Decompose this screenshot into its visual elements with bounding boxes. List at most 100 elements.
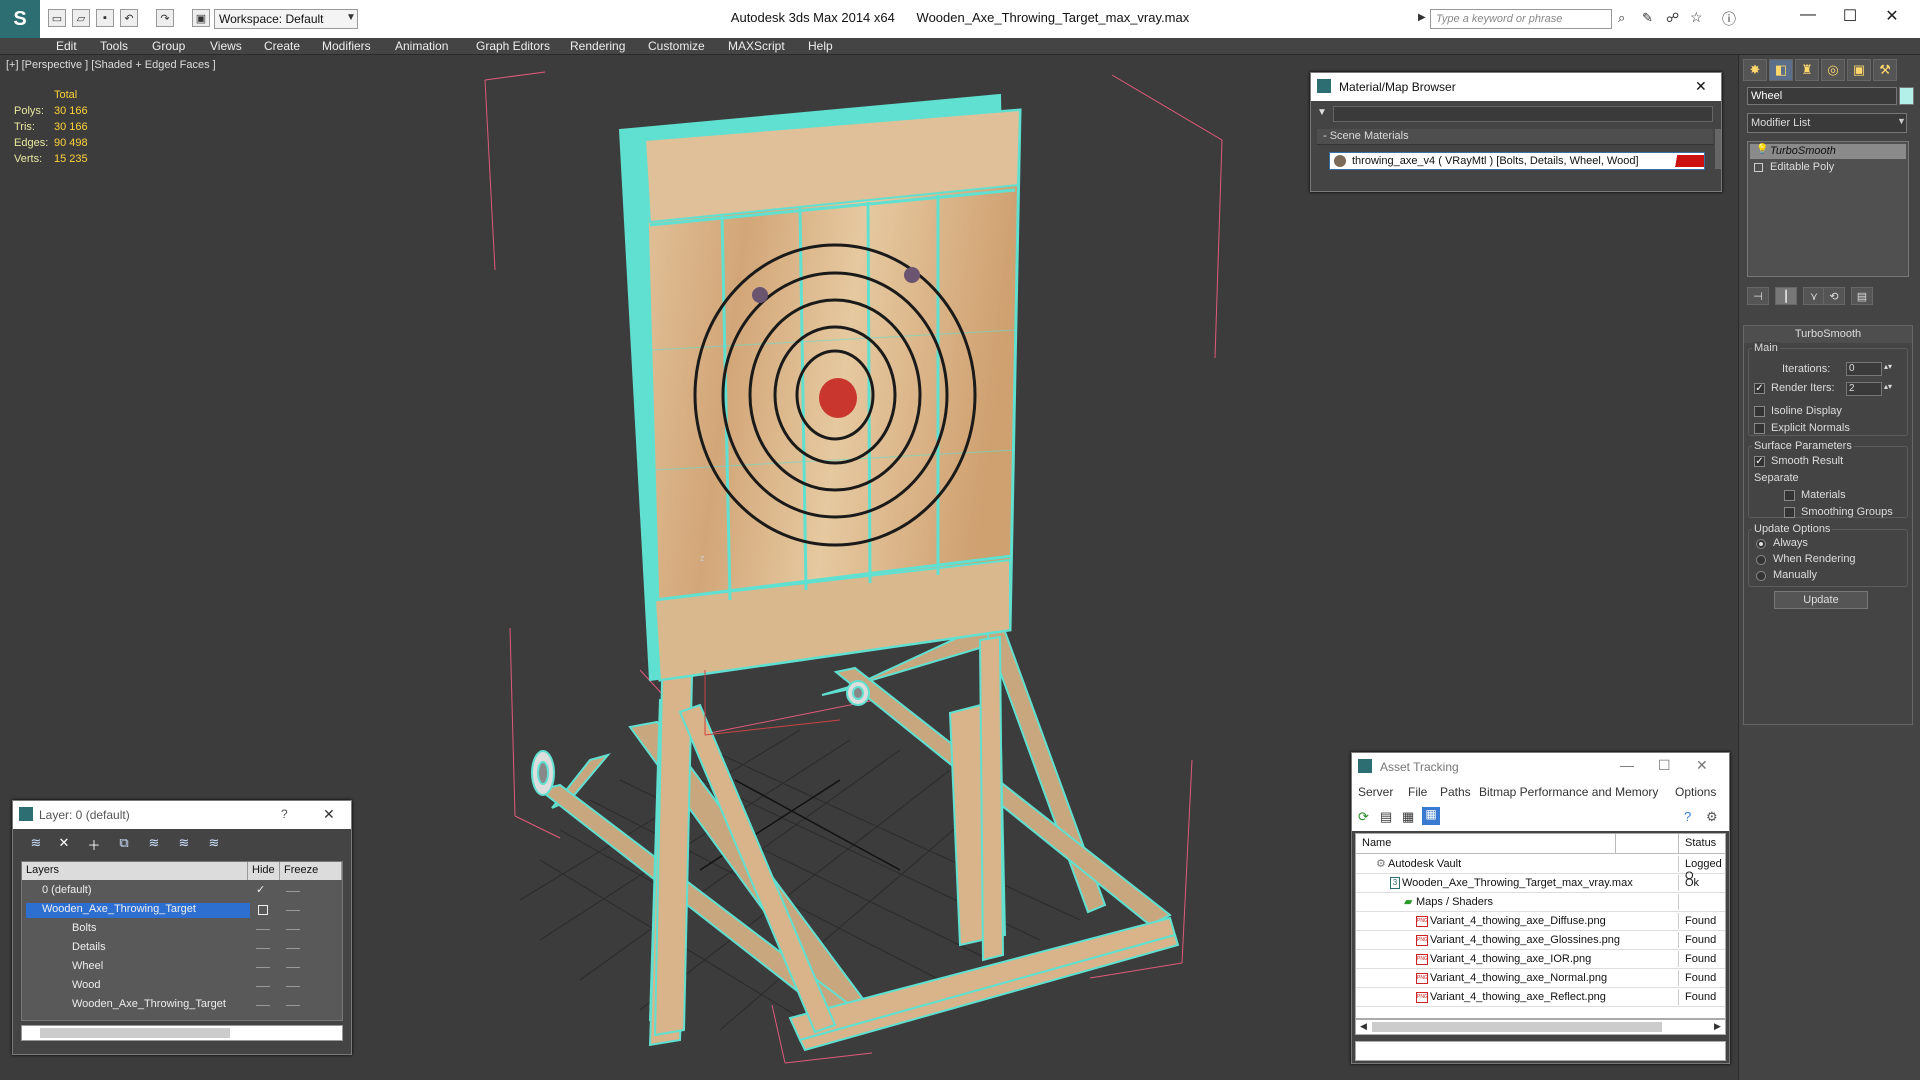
- minimize-icon[interactable]: —: [1620, 757, 1634, 773]
- layer-row[interactable]: Wooden_Axe_Throwing_Target: [22, 901, 342, 920]
- collapse-search-icon[interactable]: ▶: [1418, 12, 1426, 23]
- menu-help[interactable]: Help: [808, 39, 833, 53]
- render-iters-spinner[interactable]: 2: [1846, 382, 1882, 396]
- make-unique-icon[interactable]: ⋎: [1803, 287, 1825, 305]
- binoculars-icon[interactable]: ⌕: [1618, 10, 1625, 26]
- layer-row[interactable]: 0 (default) ✓: [22, 882, 342, 901]
- show-end-result-icon[interactable]: ┃: [1775, 287, 1797, 305]
- asset-row[interactable]: 3 Wooden_Axe_Throwing_Target_max_vray.ma…: [1356, 874, 1725, 893]
- browser-search-input[interactable]: [1333, 106, 1713, 122]
- layer-row[interactable]: Wheel: [22, 958, 342, 977]
- thumbnail-view-icon[interactable]: ▦: [1402, 809, 1414, 825]
- menu-modifiers[interactable]: Modifiers: [322, 39, 371, 53]
- horizontal-scrollbar[interactable]: ◀ ▶: [1355, 1019, 1726, 1035]
- menu-create[interactable]: Create: [264, 39, 300, 53]
- layer-row[interactable]: Wood: [22, 977, 342, 996]
- horizontal-scrollbar[interactable]: [21, 1025, 343, 1041]
- rollout-title[interactable]: TurboSmooth: [1744, 326, 1912, 343]
- close-icon[interactable]: ✕: [1695, 78, 1707, 95]
- isoline-checkbox[interactable]: [1754, 406, 1765, 417]
- help-button[interactable]: ?: [281, 807, 288, 821]
- asset-row[interactable]: ▰ Maps / Shaders: [1356, 893, 1725, 912]
- modifier-list-dropdown[interactable]: Modifier List: [1747, 113, 1907, 133]
- update-button[interactable]: Update: [1774, 591, 1868, 609]
- display-tab-icon[interactable]: ▣: [1847, 59, 1871, 81]
- utilities-tab-icon[interactable]: ⚒: [1873, 59, 1897, 81]
- column-freeze[interactable]: Freeze: [280, 862, 342, 880]
- highlight-layer-icon[interactable]: ≋: [145, 835, 163, 851]
- help-icon[interactable]: ⓘ: [1722, 9, 1736, 29]
- menu-bitmap-performance[interactable]: Bitmap Performance and Memory: [1479, 785, 1658, 799]
- materials-checkbox[interactable]: [1784, 490, 1795, 501]
- stack-item-editable-poly[interactable]: Editable Poly: [1750, 160, 1906, 175]
- menu-group[interactable]: Group: [152, 39, 185, 53]
- asset-row[interactable]: ⚙ Autodesk Vault Logged O: [1356, 855, 1725, 882]
- chevron-down-icon[interactable]: ▼: [1897, 116, 1906, 126]
- menu-options[interactable]: Options: [1675, 785, 1716, 799]
- close-icon[interactable]: ✕: [1696, 757, 1708, 774]
- scrollbar[interactable]: [1715, 129, 1721, 169]
- settings-icon[interactable]: ⚙: [1706, 809, 1718, 825]
- manually-radio[interactable]: [1756, 571, 1766, 581]
- filter-icon[interactable]: ▼: [1317, 107, 1327, 118]
- expand-icon[interactable]: [1754, 163, 1763, 172]
- select-objects-icon[interactable]: ⧉: [115, 835, 133, 851]
- list-view-icon[interactable]: ▤: [1380, 809, 1392, 825]
- chevron-left-icon[interactable]: ◀: [1360, 1021, 1367, 1032]
- menu-customize[interactable]: Customize: [648, 39, 705, 53]
- material-item[interactable]: throwing_axe_v4 ( VRayMtl ) [Bolts, Deta…: [1329, 152, 1705, 170]
- menu-paths[interactable]: Paths: [1440, 785, 1471, 799]
- layer-row[interactable]: Bolts: [22, 920, 342, 939]
- table-view-icon[interactable]: ▦: [1422, 807, 1440, 825]
- layer-row[interactable]: Details: [22, 939, 342, 958]
- freeze-all-icon[interactable]: ≋: [205, 835, 223, 851]
- column-name[interactable]: Name: [1356, 834, 1616, 854]
- asset-row[interactable]: PNG Variant_4_thowing_axe_Glossines.png …: [1356, 931, 1725, 950]
- new-layer-icon[interactable]: ≋: [27, 835, 45, 851]
- spinner-arrows-icon[interactable]: ▴▾: [1884, 382, 1892, 391]
- menu-maxscript[interactable]: MAXScript: [728, 39, 785, 53]
- always-radio[interactable]: [1756, 539, 1766, 549]
- menu-rendering[interactable]: Rendering: [570, 39, 625, 53]
- when-rendering-radio[interactable]: [1756, 555, 1766, 565]
- motion-tab-icon[interactable]: ◎: [1821, 59, 1845, 81]
- asset-row[interactable]: PNG Variant_4_thowing_axe_Diffuse.png Fo…: [1356, 912, 1725, 931]
- column-layers[interactable]: Layers: [22, 862, 248, 880]
- search-help-icon[interactable]: ✎: [1642, 10, 1653, 26]
- asset-row[interactable]: PNG Variant_4_thowing_axe_Normal.png Fou…: [1356, 969, 1725, 988]
- communication-center-icon[interactable]: ☍: [1666, 10, 1679, 26]
- layer-row[interactable]: Wooden_Axe_Throwing_Target: [22, 996, 342, 1015]
- lightbulb-icon[interactable]: 💡: [1756, 144, 1768, 155]
- menu-edit[interactable]: Edit: [56, 39, 77, 53]
- current-layer-icon[interactable]: [258, 905, 268, 915]
- maximize-icon[interactable]: ☐: [1658, 757, 1671, 774]
- close-icon[interactable]: ✕: [323, 806, 335, 823]
- asset-row[interactable]: PNG Variant_4_thowing_axe_IOR.png Found: [1356, 950, 1725, 969]
- column-status[interactable]: Status: [1678, 834, 1725, 854]
- smooth-result-checkbox[interactable]: ✓: [1754, 456, 1765, 467]
- explicit-normals-checkbox[interactable]: [1754, 423, 1765, 434]
- menu-views[interactable]: Views: [210, 39, 242, 53]
- scene-materials-group[interactable]: - Scene Materials: [1317, 129, 1713, 145]
- add-to-layer-icon[interactable]: ＋: [85, 835, 103, 853]
- minimize-button[interactable]: —: [1788, 6, 1828, 30]
- object-name-field[interactable]: Wheel: [1747, 87, 1897, 105]
- iterations-spinner[interactable]: 0: [1846, 362, 1882, 376]
- object-color-swatch[interactable]: [1899, 87, 1914, 105]
- column-hide[interactable]: Hide: [248, 862, 280, 880]
- configure-sets-icon[interactable]: ▤: [1851, 287, 1873, 305]
- refresh-icon[interactable]: ⟳: [1358, 809, 1369, 825]
- favorites-star-icon[interactable]: ☆: [1690, 9, 1703, 26]
- menu-tools[interactable]: Tools: [100, 39, 128, 53]
- delete-layer-icon[interactable]: ✕: [55, 835, 73, 851]
- create-tab-icon[interactable]: ✸: [1743, 59, 1767, 81]
- spinner-arrows-icon[interactable]: ▴▾: [1884, 362, 1892, 371]
- modify-tab-icon[interactable]: ◧: [1769, 59, 1793, 81]
- asset-row[interactable]: PNG Variant_4_thowing_axe_Reflect.png Fo…: [1356, 988, 1725, 1007]
- help-icon[interactable]: ?: [1684, 809, 1691, 824]
- smoothing-groups-checkbox[interactable]: [1784, 507, 1795, 518]
- close-button[interactable]: ✕: [1872, 6, 1912, 30]
- menu-animation[interactable]: Animation: [395, 39, 448, 53]
- remove-modifier-icon[interactable]: ⟲: [1823, 287, 1845, 305]
- stack-item-turbosmooth[interactable]: 💡 TurboSmooth: [1750, 144, 1906, 159]
